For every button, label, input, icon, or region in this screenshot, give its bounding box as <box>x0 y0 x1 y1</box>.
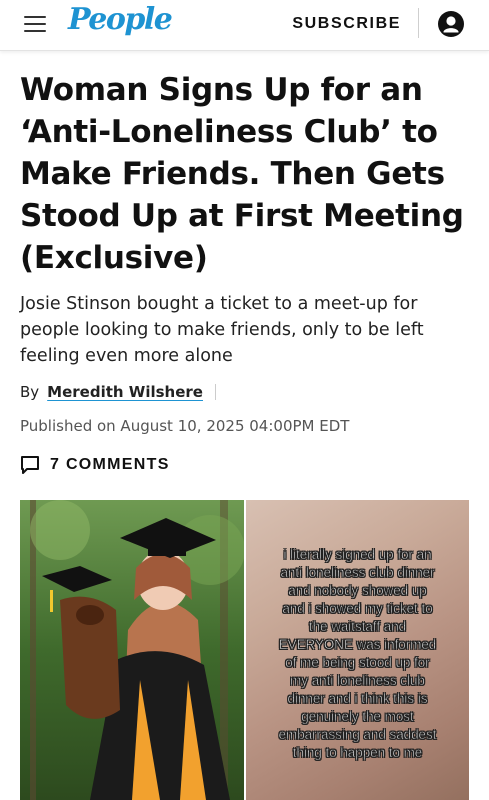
overlay-line: dinner and i think this is <box>287 691 428 707</box>
published-date: Published on August 10, 2025 04:00PM EDT <box>20 417 350 435</box>
tiktok-screenshot: i literally signed up for an anti loneli… <box>246 500 469 800</box>
brand-logo[interactable]: People <box>68 2 173 37</box>
overlay-line: i literally signed up for an <box>283 547 432 563</box>
overlay-caption: i literally signed up for an anti loneli… <box>246 546 469 762</box>
hamburger-menu-icon[interactable] <box>24 16 46 32</box>
graduation-photo <box>20 500 244 800</box>
byline-prefix: By <box>20 383 40 401</box>
byline-divider <box>214 384 216 400</box>
article-headline: Woman Signs Up for an ‘Anti-Loneliness C… <box>20 72 464 276</box>
overlay-line: embarrassing and saddest <box>278 727 437 743</box>
article-header: Woman Signs Up for an ‘Anti-Loneliness C… <box>0 69 489 475</box>
comment-bubble-icon <box>21 456 39 474</box>
overlay-line: of me being stood up for <box>285 655 430 671</box>
overlay-line: genuinely the most <box>301 709 414 725</box>
overlay-line: and i showed my ticket to <box>282 601 433 617</box>
comments-label: 7 COMMENTS <box>50 456 170 473</box>
comments-button[interactable]: 7 COMMENTS <box>20 455 469 475</box>
overlay-line: EVERYONE was informed <box>278 637 437 653</box>
hero-image: i literally signed up for an anti loneli… <box>20 500 469 800</box>
overlay-line: thing to happen to me <box>292 745 423 761</box>
site-header: People SUBSCRIBE <box>0 0 489 51</box>
account-icon[interactable] <box>437 10 465 38</box>
author-link[interactable]: Meredith Wilshere <box>47 383 203 401</box>
overlay-line: the waitstaff and <box>308 619 407 635</box>
article-dek: Josie Stinson bought a ticket to a meet-… <box>20 294 424 366</box>
header-divider <box>418 8 419 38</box>
subscribe-button[interactable]: SUBSCRIBE <box>292 15 401 33</box>
overlay-line: anti loneliness club dinner <box>280 565 435 581</box>
overlay-line: my anti loneliness club <box>290 673 425 689</box>
byline: By Meredith Wilshere <box>20 383 469 401</box>
overlay-line: and nobody showed up <box>288 583 427 599</box>
